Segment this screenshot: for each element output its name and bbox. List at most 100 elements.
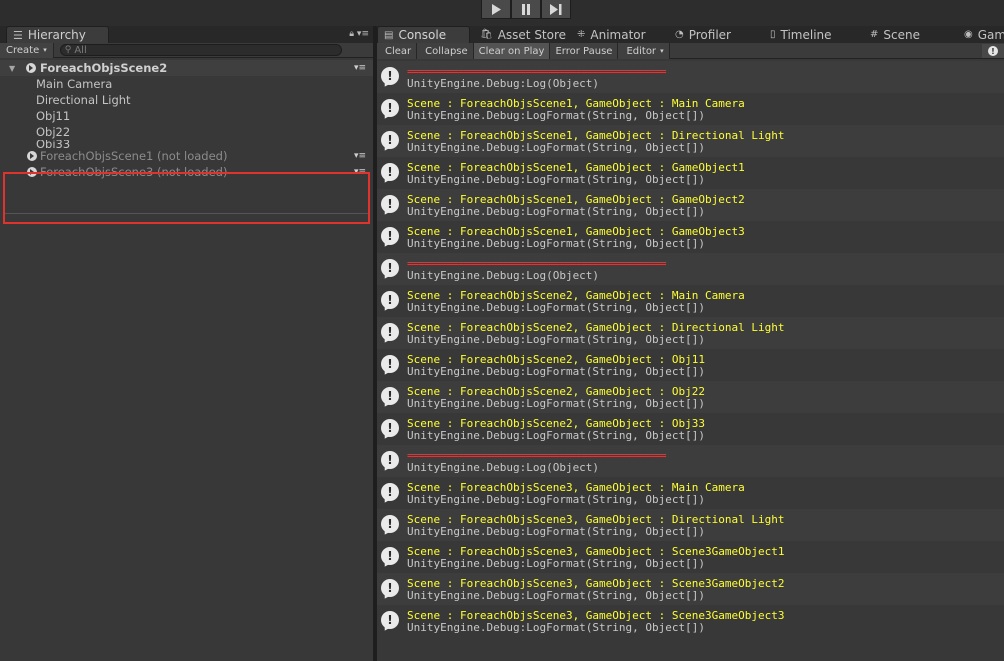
console-entry-stacktrace: UnityEngine.Debug:LogFormat(String, Obje…: [407, 397, 706, 410]
hierarchy-item[interactable]: Main Camera: [0, 76, 373, 92]
console-tabstrip: ▤ Console 🛍︎ Asset Store ⁜ Animator ◔ Pr…: [377, 26, 1004, 43]
unloaded-scene-row[interactable]: ForeachObjsScene1 (not loaded) ▾≡: [0, 148, 373, 164]
foldout-expanded-icon[interactable]: ▼: [9, 64, 15, 73]
console-entry[interactable]: ! Scene : ForeachObjsScene3, GameObject :…: [377, 605, 1004, 637]
console-entry[interactable]: ! Scene : ForeachObjsScene2, GameObject :…: [377, 381, 1004, 413]
tab-label: Profiler: [688, 27, 731, 42]
tab-asset-store[interactable]: 🛍︎ Asset Store: [480, 26, 566, 43]
game-icon: ◉: [964, 29, 973, 40]
search-icon: ⚲: [64, 45, 72, 55]
scene-menu-icon[interactable]: ▾≡: [354, 151, 366, 161]
log-message-icon: !: [381, 387, 399, 405]
console-entry[interactable]: ! Scene : ForeachObjsScene1, GameObject :…: [377, 93, 1004, 125]
console-entry[interactable]: ! Scene : ForeachObjsScene2, GameObject :…: [377, 413, 1004, 445]
dropdown-arrow-icon: ▾: [43, 46, 47, 54]
hierarchy-toolbar: Create ▾ ⚲ All: [0, 42, 373, 58]
play-button[interactable]: [481, 0, 511, 19]
clear-button[interactable]: Clear: [377, 43, 418, 59]
error-pause-toggle[interactable]: Error Pause: [550, 43, 619, 59]
error-pause-label: Error Pause: [555, 45, 613, 57]
console-toolbar: Clear Collapse Clear on Play Error Pause…: [377, 43, 1004, 59]
console-entry[interactable]: ! Scene : ForeachObjsScene2, GameObject :…: [377, 285, 1004, 317]
editor-dropdown[interactable]: Editor ▾: [618, 43, 670, 59]
tab-label: Timeline: [780, 27, 832, 42]
clear-on-play-toggle[interactable]: Clear on Play: [473, 43, 551, 59]
log-message-icon: !: [381, 451, 399, 469]
console-entry-stacktrace: UnityEngine.Debug:Log(Object): [407, 77, 600, 90]
scene-row-foreachobjsscene2[interactable]: ▼ ForeachObjsScene2 ▾≡: [0, 60, 373, 76]
unloaded-scene-label: ForeachObjsScene1 (not loaded): [40, 149, 228, 163]
log-message-icon: !: [381, 227, 399, 245]
console-entry[interactable]: ! Scene : ForeachObjsScene2, GameObject :…: [377, 349, 1004, 381]
console-entry[interactable]: ! Scene : ForeachObjsScene3, GameObject :…: [377, 509, 1004, 541]
grid-icon: #: [870, 29, 879, 40]
pause-button[interactable]: [511, 0, 541, 19]
console-entry[interactable]: ! =======================================…: [377, 61, 1004, 93]
console-entry-stacktrace: UnityEngine.Debug:LogFormat(String, Obje…: [407, 333, 706, 346]
log-message-icon: !: [381, 131, 399, 149]
tab-console[interactable]: ▤ Console: [377, 26, 470, 43]
tab-label: Animator: [590, 27, 646, 42]
console-entry[interactable]: ! Scene : ForeachObjsScene3, GameObject :…: [377, 541, 1004, 573]
animator-icon: ⁜: [577, 29, 586, 40]
play-toolbar: [0, 0, 1004, 26]
log-message-icon: !: [381, 323, 399, 341]
hierarchy-tabstrip: ☰ Hierarchy 🔒︎ ▾≡: [0, 26, 373, 43]
console-entry-stacktrace: UnityEngine.Debug:LogFormat(String, Obje…: [407, 173, 706, 186]
tab-hierarchy-label: Hierarchy: [27, 28, 86, 42]
step-button[interactable]: [541, 0, 571, 19]
hierarchy-item-label: Obj22: [36, 125, 71, 139]
tab-profiler[interactable]: ◔ Profiler: [675, 26, 731, 43]
hierarchy-item-label: Main Camera: [36, 77, 113, 91]
tab-hierarchy[interactable]: ☰ Hierarchy: [6, 26, 109, 43]
hierarchy-item[interactable]: Obj22: [0, 124, 373, 140]
console-panel: ▤ Console 🛍︎ Asset Store ⁜ Animator ◔ Pr…: [377, 26, 1004, 661]
scene-menu-icon[interactable]: ▾≡: [354, 63, 366, 73]
console-entry[interactable]: ! Scene : ForeachObjsScene3, GameObject :…: [377, 573, 1004, 605]
create-label: Create: [6, 44, 40, 56]
clear-on-play-label: Clear on Play: [478, 45, 545, 57]
console-entry-stacktrace: UnityEngine.Debug:LogFormat(String, Obje…: [407, 205, 706, 218]
console-entry[interactable]: ! Scene : ForeachObjsScene3, GameObject :…: [377, 477, 1004, 509]
log-count-toggle[interactable]: !: [982, 44, 1004, 58]
console-entry-stacktrace: UnityEngine.Debug:Log(Object): [407, 461, 600, 474]
collapse-button[interactable]: Collapse: [417, 43, 474, 59]
search-placeholder: All: [74, 44, 87, 56]
tab-timeline[interactable]: ▯ Timeline: [770, 26, 832, 43]
info-icon: !: [988, 46, 998, 56]
hierarchy-item[interactable]: Obj11: [0, 108, 373, 124]
console-entry-stacktrace: UnityEngine.Debug:LogFormat(String, Obje…: [407, 429, 706, 442]
timeline-icon: ▯: [770, 29, 776, 40]
tab-animator[interactable]: ⁜ Animator: [577, 26, 646, 43]
log-message-icon: !: [381, 67, 399, 85]
unity-scene-icon: [27, 151, 37, 161]
tab-label: Console: [398, 28, 447, 42]
pause-icon: [522, 3, 530, 15]
tab-game[interactable]: ◉ Gam: [964, 26, 1004, 43]
console-entry-stacktrace: UnityEngine.Debug:Log(Object): [407, 269, 600, 282]
console-entry-stacktrace: UnityEngine.Debug:LogFormat(String, Obje…: [407, 557, 706, 570]
console-entry[interactable]: ! Scene : ForeachObjsScene1, GameObject :…: [377, 189, 1004, 221]
console-entry-stacktrace: UnityEngine.Debug:LogFormat(String, Obje…: [407, 493, 706, 506]
log-message-icon: !: [381, 195, 399, 213]
console-entry-stacktrace: UnityEngine.Debug:LogFormat(String, Obje…: [407, 589, 706, 602]
highlight-box: [3, 172, 370, 224]
console-entry[interactable]: ! Scene : ForeachObjsScene1, GameObject :…: [377, 125, 1004, 157]
console-entry[interactable]: ! =======================================…: [377, 253, 1004, 285]
create-button[interactable]: Create ▾: [0, 42, 54, 58]
console-entry[interactable]: ! Scene : ForeachObjsScene2, GameObject :…: [377, 317, 1004, 349]
tab-label: Asset Store: [497, 27, 567, 42]
console-entry-stacktrace: UnityEngine.Debug:LogFormat(String, Obje…: [407, 141, 706, 154]
list-icon: ☰: [13, 28, 23, 42]
lock-icon[interactable]: 🔒︎ ▾≡: [349, 29, 369, 39]
hierarchy-item[interactable]: Obj33: [0, 140, 373, 148]
console-entry[interactable]: ! Scene : ForeachObjsScene1, GameObject :…: [377, 157, 1004, 189]
console-entries: ! =======================================…: [377, 61, 1004, 637]
hierarchy-search-input[interactable]: ⚲ All: [59, 44, 342, 56]
console-entry[interactable]: ! =======================================…: [377, 445, 1004, 477]
hierarchy-item[interactable]: Directional Light: [0, 92, 373, 108]
console-entry[interactable]: ! Scene : ForeachObjsScene1, GameObject :…: [377, 221, 1004, 253]
console-icon: ▤: [384, 29, 394, 41]
log-message-icon: !: [381, 483, 399, 501]
tab-scene[interactable]: # Scene: [870, 26, 920, 43]
